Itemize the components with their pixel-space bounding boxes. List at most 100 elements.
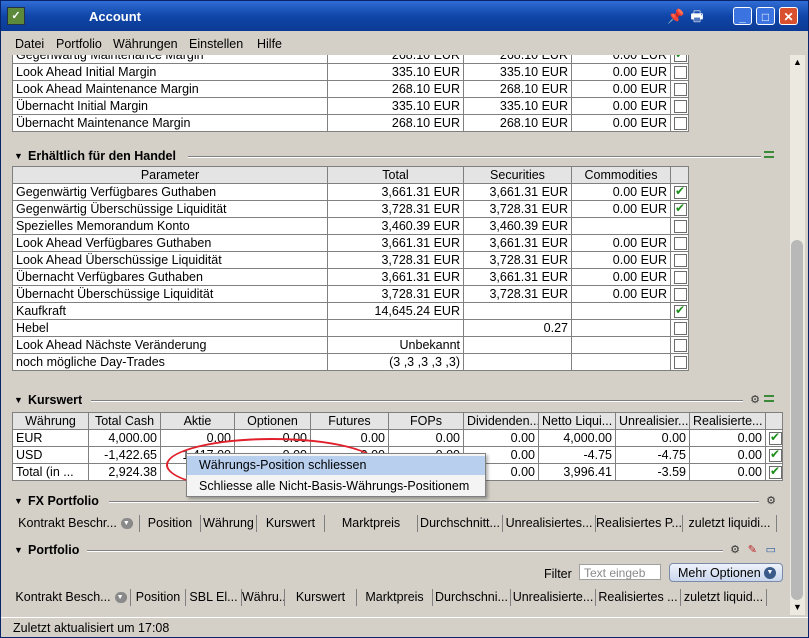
scroll-down-arrow[interactable]: ▼ xyxy=(790,600,805,615)
col-header[interactable]: zuletzt liquid... xyxy=(681,589,767,606)
row-checkbox[interactable] xyxy=(674,100,687,114)
col-parameter[interactable]: Parameter xyxy=(12,166,328,184)
col-header[interactable]: Total Cash xyxy=(88,412,161,430)
col-header[interactable]: Durchschnitt... xyxy=(418,515,503,532)
col-commodities[interactable]: Commodities xyxy=(571,166,671,184)
section-trading-header[interactable]: ▼ Erhältlich für den Handel xyxy=(1,147,790,165)
window-icon[interactable]: ▭ xyxy=(766,543,776,556)
row-checkbox[interactable] xyxy=(674,254,687,268)
col-header[interactable]: Realisierte... xyxy=(689,412,766,430)
menu-waehrungen[interactable]: Währungen xyxy=(113,37,178,51)
col-securities[interactable]: Securities xyxy=(463,166,572,184)
row-checkbox[interactable] xyxy=(769,465,782,480)
row-checkbox[interactable] xyxy=(674,322,687,336)
collapse-icon[interactable]: ▼ xyxy=(14,545,23,555)
table-row[interactable]: Spezielles Memorandum Konto 3,460.39 EUR 3… xyxy=(12,217,689,235)
layout-icon[interactable] xyxy=(764,151,774,158)
menu-datei[interactable]: Datei xyxy=(15,37,44,51)
table-row[interactable]: Gegenwärtig Maintenance Margin 268.10 EUR… xyxy=(12,55,689,64)
col-header[interactable]: SBL El... xyxy=(186,589,242,606)
chevron-down-icon[interactable]: ▼ xyxy=(120,518,133,530)
row-checkbox[interactable] xyxy=(674,288,687,302)
table-row[interactable]: Kaufkraft 14,645.24 EUR xyxy=(12,302,689,320)
col-header[interactable]: Realisiertes P... xyxy=(596,515,683,532)
minimize-button[interactable]: _ xyxy=(733,7,752,25)
row-checkbox[interactable] xyxy=(674,55,687,63)
col-header[interactable]: Futures xyxy=(310,412,389,430)
row-checkbox[interactable] xyxy=(674,271,687,285)
maximize-button[interactable]: □ xyxy=(756,7,775,25)
col-header[interactable]: Dividenden... xyxy=(463,412,539,430)
table-row[interactable]: Übernacht Initial Margin 335.10 EUR 335.10… xyxy=(12,97,689,115)
section-kurswert-header[interactable]: ▼ Kurswert ⚙ xyxy=(1,391,790,409)
table-row[interactable]: Übernacht Maintenance Margin 268.10 EUR 26… xyxy=(12,114,689,132)
chevron-down-icon[interactable]: ▼ xyxy=(114,592,127,604)
col-total[interactable]: Total xyxy=(327,166,464,184)
pin-icon[interactable]: 📌 xyxy=(667,8,684,24)
menu-item-close-all-non-base[interactable]: Schliesse alle Nicht-Basis-Währungs-Posi… xyxy=(187,477,485,496)
table-row[interactable]: Look Ahead Überschüssige Liquidität 3,728… xyxy=(12,251,689,269)
table-row[interactable]: Look Ahead Initial Margin 335.10 EUR 335.1… xyxy=(12,63,689,81)
vertical-scrollbar[interactable]: ▲ ▼ xyxy=(790,55,805,615)
row-checkbox[interactable] xyxy=(674,185,687,200)
menu-portfolio[interactable]: Portfolio xyxy=(56,37,102,51)
table-row[interactable]: Übernacht Überschüssige Liquidität 3,728.… xyxy=(12,285,689,303)
row-checkbox[interactable] xyxy=(674,83,687,97)
row-checkbox[interactable] xyxy=(674,202,687,217)
col-header[interactable]: Realisiertes ... xyxy=(596,589,681,606)
section-portfolio-header[interactable]: ▼ Portfolio ⚙ ✎ ▭ xyxy=(1,541,790,559)
col-header[interactable]: Unrealisier... xyxy=(615,412,690,430)
col-header[interactable]: Marktpreis xyxy=(357,589,433,606)
close-button[interactable]: ✕ xyxy=(779,7,798,25)
settings-icon[interactable]: ⚙ xyxy=(730,543,740,556)
col-header[interactable]: Unrealisierte... xyxy=(511,589,596,606)
export-icon[interactable]: ✎ xyxy=(748,543,757,556)
col-header[interactable]: Marktpreis xyxy=(325,515,418,532)
col-header[interactable]: Währu... xyxy=(242,589,285,606)
col-header[interactable]: Kontrakt Beschr... ▼ xyxy=(12,515,140,532)
col-header[interactable]: Netto Liqui... xyxy=(538,412,616,430)
more-options-button[interactable]: Mehr Optionen ▼ xyxy=(669,563,783,582)
col-header[interactable]: Währung xyxy=(12,412,89,430)
menu-einstellen[interactable]: Einstellen xyxy=(189,37,243,51)
table-row[interactable]: Look Ahead Nächste Veränderung Unbekannt xyxy=(12,336,689,354)
collapse-icon[interactable]: ▼ xyxy=(14,496,23,506)
row-checkbox[interactable] xyxy=(674,220,687,234)
col-header[interactable]: zuletzt liquidi... xyxy=(683,515,777,532)
table-row[interactable]: noch mögliche Day-Trades (3 ,3 ,3 ,3 ,3) xyxy=(12,353,689,371)
scroll-up-arrow[interactable]: ▲ xyxy=(790,55,805,70)
row-checkbox[interactable] xyxy=(674,339,687,353)
col-header[interactable]: Position xyxy=(131,589,186,606)
table-row[interactable]: Übernacht Verfügbares Guthaben 3,661.31 E… xyxy=(12,268,689,286)
row-checkbox[interactable] xyxy=(674,237,687,251)
layout-icon[interactable] xyxy=(764,395,774,402)
col-header[interactable]: Währung xyxy=(201,515,257,532)
menu-item-close-currency-position[interactable]: Währungs-Position schliessen xyxy=(187,456,485,475)
filter-input[interactable]: Text eingeb xyxy=(579,564,661,580)
col-header[interactable]: FOPs xyxy=(388,412,464,430)
col-header[interactable]: Aktie xyxy=(160,412,235,430)
collapse-icon[interactable]: ▼ xyxy=(14,395,23,405)
scroll-thumb[interactable] xyxy=(791,240,803,600)
row-checkbox[interactable] xyxy=(769,448,782,463)
col-header[interactable]: Optionen xyxy=(234,412,311,430)
table-row[interactable]: Look Ahead Verfügbares Guthaben 3,661.31 … xyxy=(12,234,689,252)
table-row[interactable]: Look Ahead Maintenance Margin 268.10 EUR 2… xyxy=(12,80,689,98)
col-header[interactable]: Kurswert xyxy=(257,515,325,532)
row-checkbox[interactable] xyxy=(769,431,782,446)
collapse-icon[interactable]: ▼ xyxy=(14,151,23,161)
row-checkbox[interactable] xyxy=(674,304,687,319)
col-header[interactable]: Position xyxy=(140,515,201,532)
col-header[interactable]: Unrealisiertes... xyxy=(503,515,596,532)
settings-icon[interactable]: ⚙ xyxy=(766,494,776,507)
table-row[interactable]: Gegenwärtig Verfügbares Guthaben 3,661.31… xyxy=(12,183,689,201)
row-checkbox[interactable] xyxy=(674,66,687,80)
col-header[interactable]: Kontrakt Besch... ▼ xyxy=(12,589,131,606)
menu-hilfe[interactable]: Hilfe xyxy=(257,37,282,51)
table-row[interactable]: EUR 4,000.00 0.00 0.00 0.00 0.00 0.00 4,000.00 0… xyxy=(12,429,783,447)
col-header[interactable]: Durchschni... xyxy=(433,589,511,606)
settings-icon[interactable]: ⚙ xyxy=(750,393,760,406)
print-icon[interactable]: 🖶 xyxy=(689,8,705,24)
row-checkbox[interactable] xyxy=(674,356,687,370)
row-checkbox[interactable] xyxy=(674,117,687,131)
